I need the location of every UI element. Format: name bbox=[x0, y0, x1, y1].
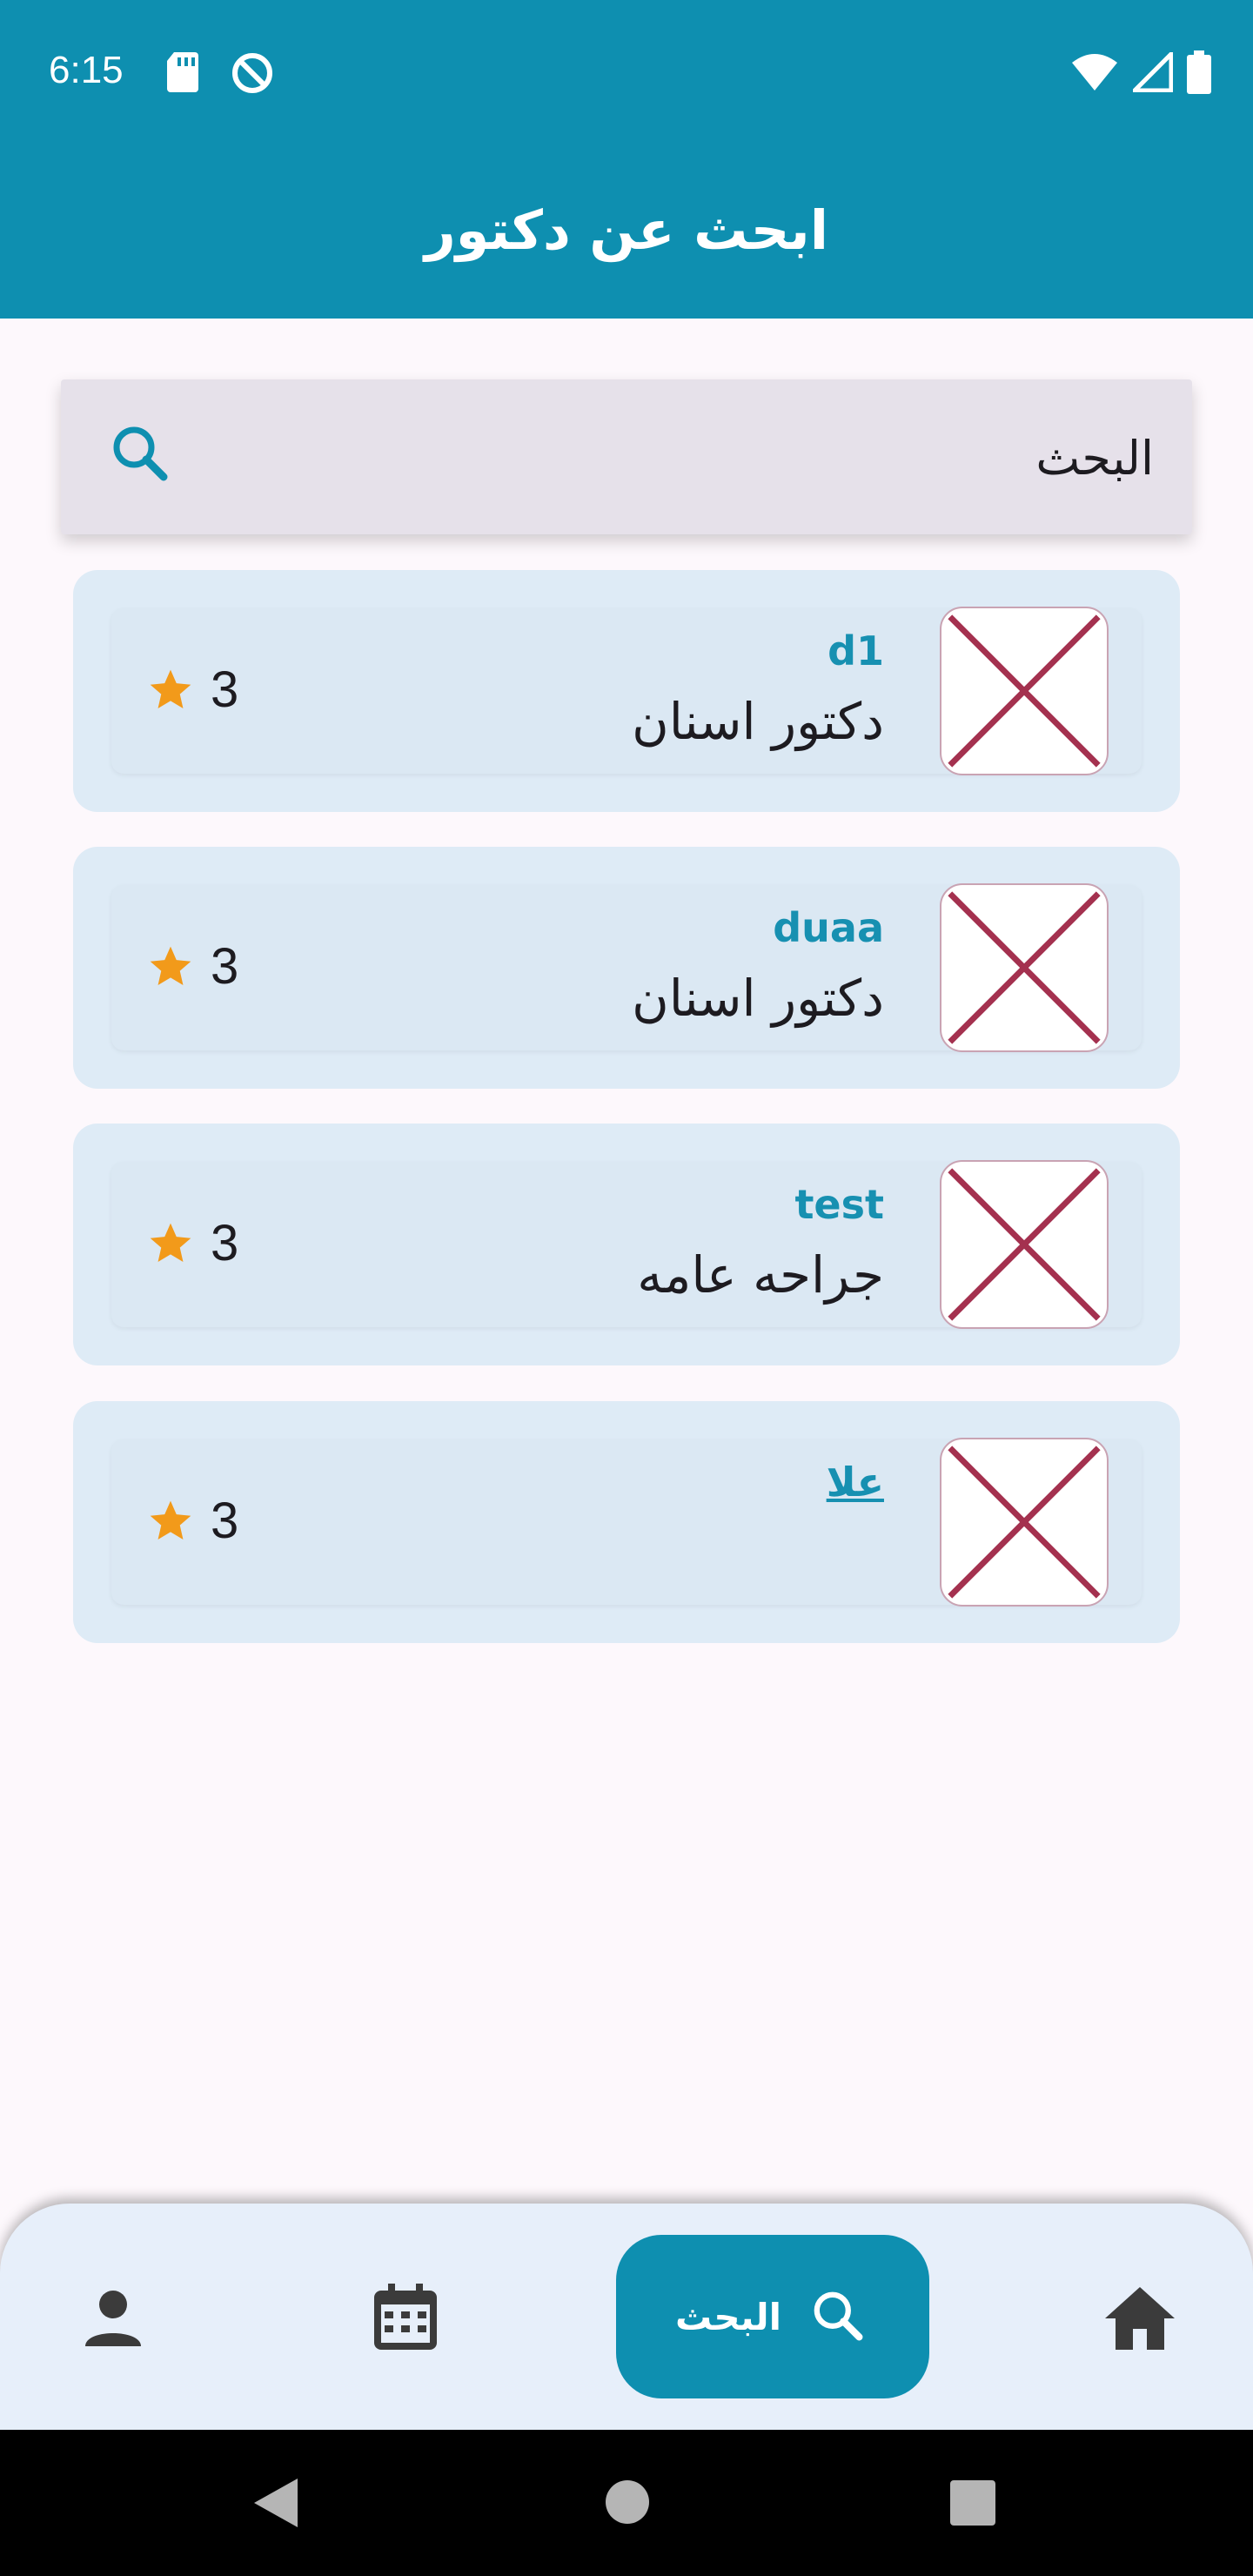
search-input[interactable] bbox=[284, 423, 1154, 493]
rating-value: 3 bbox=[211, 1215, 239, 1271]
doctor-name: duaa bbox=[773, 904, 884, 951]
doctor-rating: 3 bbox=[146, 1492, 238, 1550]
doctor-photo-broken bbox=[940, 883, 1109, 1052]
back-icon[interactable] bbox=[249, 2475, 301, 2531]
rating-value: 3 bbox=[211, 938, 239, 995]
doctor-name: test bbox=[794, 1181, 884, 1228]
rating-value: 3 bbox=[211, 661, 239, 718]
bottom-nav: البحث bbox=[0, 2204, 1253, 2430]
doctor-rating: 3 bbox=[146, 1214, 238, 1272]
page-title: ابحث عن دكتور bbox=[425, 198, 828, 262]
doctor-specialty: جراحه عامه bbox=[637, 1245, 884, 1305]
doctor-specialty: دكتور اسنان bbox=[632, 692, 884, 751]
doctor-photo-broken bbox=[940, 1438, 1109, 1607]
doctor-photo-broken bbox=[940, 607, 1109, 775]
doctor-name: d1 bbox=[828, 627, 884, 674]
doctor-card[interactable]: duaa دكتور اسنان 3 bbox=[73, 847, 1180, 1089]
nav-appointments[interactable] bbox=[364, 2277, 447, 2360]
search-icon bbox=[814, 2291, 863, 2341]
rating-value: 3 bbox=[211, 1493, 239, 1549]
calendar-icon bbox=[374, 2284, 437, 2350]
signal-icon bbox=[1133, 52, 1173, 92]
doctor-card[interactable]: d1 دكتور اسنان 3 bbox=[73, 570, 1180, 812]
app-bar: ابحث عن دكتور bbox=[0, 148, 1253, 319]
doctor-rating: 3 bbox=[146, 937, 238, 996]
nav-home[interactable] bbox=[1098, 2277, 1182, 2360]
star-icon bbox=[150, 1223, 191, 1262]
status-bar: 6:15 bbox=[0, 0, 1253, 148]
system-nav-bar bbox=[0, 2430, 1253, 2576]
wifi-icon bbox=[1072, 54, 1117, 91]
star-icon bbox=[150, 669, 191, 708]
doctor-specialty: دكتور اسنان bbox=[632, 969, 884, 1028]
star-icon bbox=[150, 1500, 191, 1540]
status-time: 6:15 bbox=[49, 49, 124, 91]
doctor-card[interactable]: علا 3 bbox=[73, 1401, 1180, 1643]
nav-search-active[interactable]: البحث bbox=[616, 2235, 929, 2398]
star-icon bbox=[150, 946, 191, 985]
search-icon[interactable] bbox=[106, 419, 176, 489]
home-circle-icon[interactable] bbox=[604, 2479, 651, 2526]
home-icon bbox=[1105, 2287, 1175, 2350]
doctor-card[interactable]: test جراحه عامه 3 bbox=[73, 1124, 1180, 1365]
doctor-name: علا bbox=[826, 1459, 884, 1506]
recents-icon[interactable] bbox=[950, 2480, 995, 2526]
profile-icon bbox=[85, 2291, 141, 2346]
doctor-photo-broken bbox=[940, 1160, 1109, 1329]
doctor-rating: 3 bbox=[146, 661, 238, 719]
battery-icon bbox=[1187, 50, 1211, 94]
nav-profile[interactable] bbox=[71, 2277, 155, 2360]
sync-disabled-icon bbox=[232, 53, 272, 93]
nav-search-label: البحث bbox=[674, 2295, 782, 2338]
sd-card-icon bbox=[167, 52, 198, 92]
search-bar[interactable] bbox=[61, 379, 1192, 534]
